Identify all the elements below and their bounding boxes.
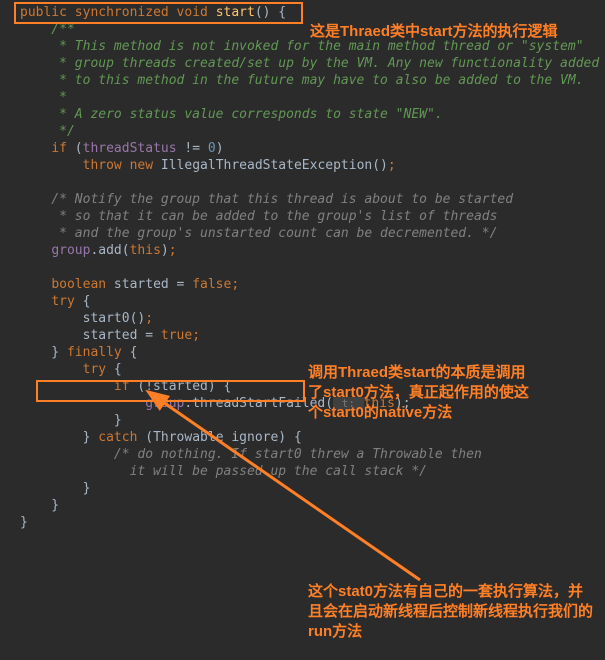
code-line: if (threadStatus != 0) xyxy=(20,140,605,157)
code-line: group.threadStartFailed( t: this); xyxy=(20,395,605,412)
code-line: group.add(this); xyxy=(20,242,605,259)
code-line: boolean started = false; xyxy=(20,276,605,293)
code-line: } xyxy=(20,412,605,429)
code-line: } catch (Throwable ignore) { xyxy=(20,429,605,446)
code-line: * This method is not invoked for the mai… xyxy=(20,38,605,55)
code-block: public synchronized void start() { /** *… xyxy=(0,0,605,535)
code-line: * xyxy=(20,89,605,106)
code-line: it will be passed up the call stack */ xyxy=(20,463,605,480)
code-line: * A zero status value corresponds to sta… xyxy=(20,106,605,123)
code-line: /** xyxy=(20,21,605,38)
code-line: started = true; xyxy=(20,327,605,344)
code-line: } finally { xyxy=(20,344,605,361)
code-line: * so that it can be added to the group's… xyxy=(20,208,605,225)
code-line: start0(); xyxy=(20,310,605,327)
code-line: * to this method in the future may have … xyxy=(20,72,605,89)
code-line: public synchronized void start() { xyxy=(20,4,605,21)
code-line: */ xyxy=(20,123,605,140)
code-line xyxy=(20,174,605,191)
code-line: } xyxy=(20,497,605,514)
code-line xyxy=(20,259,605,276)
code-line: * and the group's unstarted count can be… xyxy=(20,225,605,242)
code-line: * group threads created/set up by the VM… xyxy=(20,55,605,72)
code-line: /* Notify the group that this thread is … xyxy=(20,191,605,208)
code-line: } xyxy=(20,480,605,497)
code-line: try { xyxy=(20,361,605,378)
code-line: throw new IllegalThreadStateException(); xyxy=(20,157,605,174)
code-line: } xyxy=(20,514,605,531)
code-line: /* do nothing. If start0 threw a Throwab… xyxy=(20,446,605,463)
code-line: if (!started) { xyxy=(20,378,605,395)
annotation-start0-algorithm: 这个stat0方法有自己的一套执行算法，并且会在启动新线程后控制新线程执行我们的… xyxy=(308,582,598,642)
code-line: try { xyxy=(20,293,605,310)
